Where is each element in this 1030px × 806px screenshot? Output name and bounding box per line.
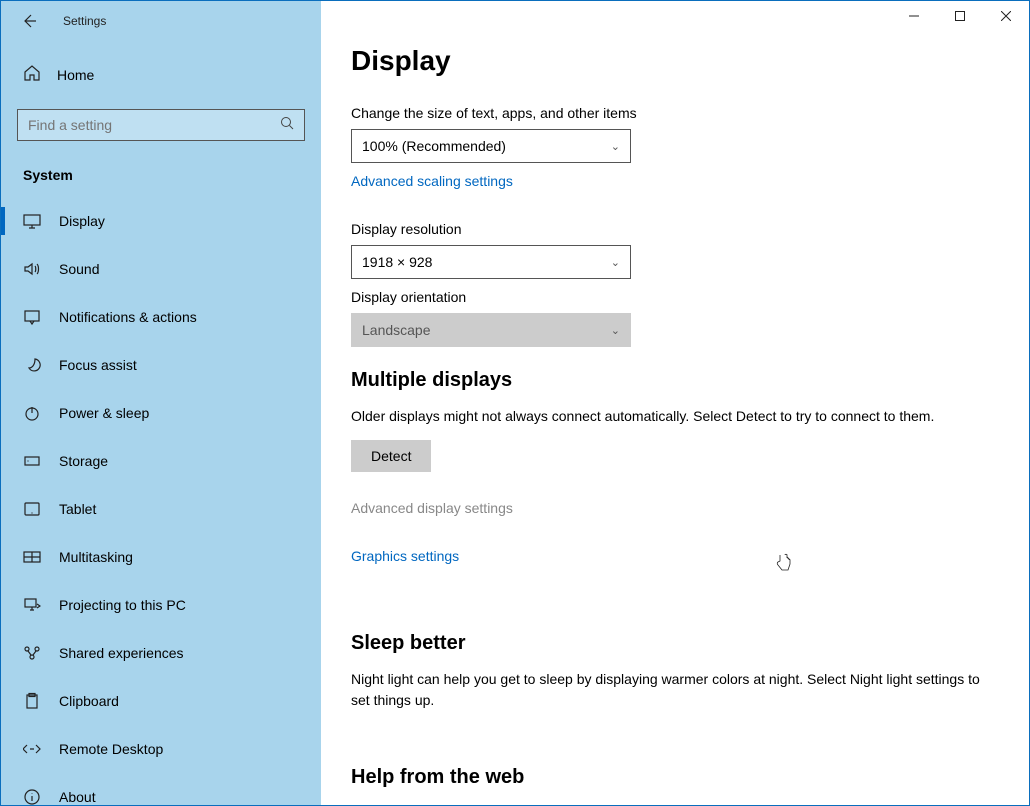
about-icon bbox=[23, 788, 41, 805]
sound-icon bbox=[23, 260, 41, 278]
window-controls bbox=[891, 1, 1029, 31]
graphics-settings-link[interactable]: Graphics settings bbox=[351, 548, 459, 564]
sidebar-item-tablet[interactable]: Tablet bbox=[1, 485, 321, 533]
sidebar-item-remote-desktop[interactable]: Remote Desktop bbox=[1, 725, 321, 773]
chevron-down-icon: ⌄ bbox=[611, 256, 620, 269]
detect-button[interactable]: Detect bbox=[351, 440, 431, 472]
settings-window: Settings Home System Display Sound Notific… bbox=[0, 0, 1030, 806]
minimize-button[interactable] bbox=[891, 1, 937, 31]
focus-icon bbox=[23, 356, 41, 374]
resolution-value: 1918 × 928 bbox=[362, 254, 432, 270]
search-input[interactable] bbox=[28, 117, 267, 133]
sidebar-item-label: Multitasking bbox=[59, 549, 133, 565]
sidebar-item-notifications-actions[interactable]: Notifications & actions bbox=[1, 293, 321, 341]
sidebar-item-label: Notifications & actions bbox=[59, 309, 197, 325]
power-icon bbox=[23, 404, 41, 422]
sidebar-item-about[interactable]: About bbox=[1, 773, 321, 805]
hand-cursor-icon bbox=[775, 553, 791, 571]
scale-dropdown[interactable]: 100% (Recommended) ⌄ bbox=[351, 129, 631, 163]
search-icon bbox=[280, 116, 294, 135]
sidebar-item-label: Power & sleep bbox=[59, 405, 149, 421]
display-icon bbox=[23, 212, 41, 230]
remote-icon bbox=[23, 740, 41, 758]
orientation-value: Landscape bbox=[362, 322, 431, 338]
sidebar-item-label: Tablet bbox=[59, 501, 96, 517]
sidebar-item-label: Shared experiences bbox=[59, 645, 184, 661]
advanced-display-link[interactable]: Advanced display settings bbox=[351, 500, 513, 516]
minimize-icon bbox=[909, 11, 919, 21]
project-icon bbox=[23, 596, 41, 614]
sidebar-item-label: Remote Desktop bbox=[59, 741, 163, 757]
sidebar-item-shared-experiences[interactable]: Shared experiences bbox=[1, 629, 321, 677]
sidebar-item-sound[interactable]: Sound bbox=[1, 245, 321, 293]
multiple-displays-text: Older displays might not always connect … bbox=[351, 406, 991, 426]
sidebar-category: System bbox=[1, 149, 321, 193]
page-title: Display bbox=[351, 45, 999, 77]
app-title: Settings bbox=[63, 14, 106, 28]
notifications-icon bbox=[23, 308, 41, 326]
maximize-button[interactable] bbox=[937, 1, 983, 31]
maximize-icon bbox=[955, 11, 965, 21]
clipboard-icon bbox=[23, 692, 41, 710]
sidebar-item-label: About bbox=[59, 789, 96, 805]
sleep-better-header: Sleep better bbox=[351, 632, 999, 655]
close-button[interactable] bbox=[983, 1, 1029, 31]
shared-icon bbox=[23, 644, 41, 662]
scale-label: Change the size of text, apps, and other… bbox=[351, 105, 999, 121]
storage-icon bbox=[23, 452, 41, 470]
home-icon bbox=[23, 64, 41, 87]
multiple-displays-header: Multiple displays bbox=[351, 369, 999, 392]
resolution-label: Display resolution bbox=[351, 221, 999, 237]
sidebar-item-focus-assist[interactable]: Focus assist bbox=[1, 341, 321, 389]
tablet-icon bbox=[23, 500, 41, 518]
sidebar-item-label: Display bbox=[59, 213, 105, 229]
sidebar: Settings Home System Display Sound Notific… bbox=[1, 1, 321, 805]
sidebar-item-power-sleep[interactable]: Power & sleep bbox=[1, 389, 321, 437]
help-from-web-header: Help from the web bbox=[351, 766, 999, 789]
sidebar-nav-list[interactable]: Display Sound Notifications & actions Focus… bbox=[1, 193, 321, 805]
back-button[interactable] bbox=[19, 11, 39, 31]
sidebar-item-label: Focus assist bbox=[59, 357, 137, 373]
orientation-dropdown: Landscape ⌄ bbox=[351, 313, 631, 347]
close-icon bbox=[1001, 11, 1011, 21]
sidebar-item-label: Projecting to this PC bbox=[59, 597, 186, 613]
sidebar-item-label: Clipboard bbox=[59, 693, 119, 709]
chevron-down-icon: ⌄ bbox=[611, 324, 620, 337]
sidebar-item-projecting-to-this-pc[interactable]: Projecting to this PC bbox=[1, 581, 321, 629]
sidebar-item-storage[interactable]: Storage bbox=[1, 437, 321, 485]
home-label: Home bbox=[57, 67, 94, 83]
chevron-down-icon: ⌄ bbox=[611, 140, 620, 153]
orientation-label: Display orientation bbox=[351, 289, 999, 305]
advanced-scaling-link[interactable]: Advanced scaling settings bbox=[351, 173, 513, 189]
sleep-better-text: Night light can help you get to sleep by… bbox=[351, 669, 991, 710]
search-container bbox=[1, 97, 321, 149]
sidebar-item-multitasking[interactable]: Multitasking bbox=[1, 533, 321, 581]
home-nav[interactable]: Home bbox=[1, 53, 321, 97]
sidebar-item-clipboard[interactable]: Clipboard bbox=[1, 677, 321, 725]
back-arrow-icon bbox=[21, 13, 37, 29]
sidebar-item-label: Sound bbox=[59, 261, 99, 277]
sidebar-header: Settings bbox=[1, 1, 321, 41]
resolution-dropdown[interactable]: 1918 × 928 ⌄ bbox=[351, 245, 631, 279]
scale-value: 100% (Recommended) bbox=[362, 138, 506, 154]
sidebar-item-display[interactable]: Display bbox=[1, 197, 321, 245]
sidebar-item-label: Storage bbox=[59, 453, 108, 469]
multitask-icon bbox=[23, 548, 41, 566]
search-box[interactable] bbox=[17, 109, 305, 141]
main-panel[interactable]: Display Change the size of text, apps, a… bbox=[321, 1, 1029, 805]
